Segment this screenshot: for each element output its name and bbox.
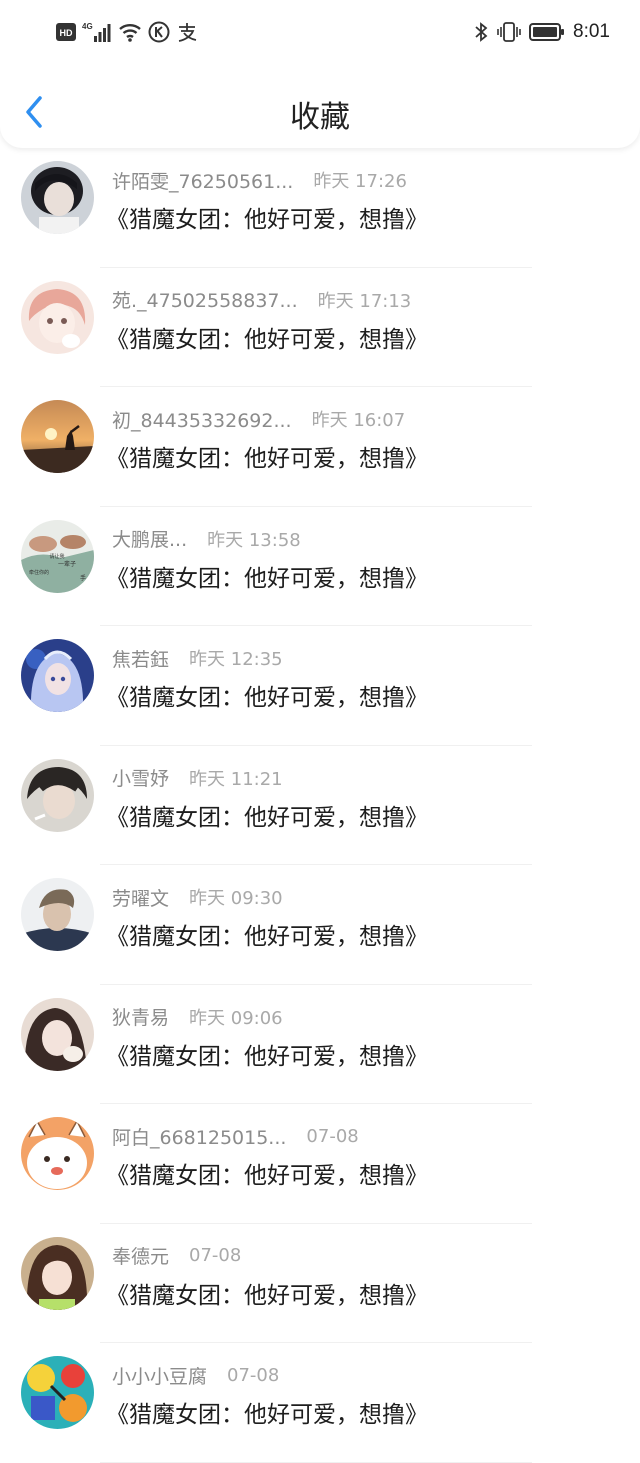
list-item[interactable]: 狄青易 昨天 09:06 《猎魔女团：他好可爱，想撸》 [0, 985, 640, 1104]
user-name[interactable]: 小雪妤 [112, 764, 169, 791]
item-title[interactable]: 《猎魔女团：他好可爱，想撸》 [106, 320, 428, 354]
user-name[interactable]: 奉德元 [112, 1242, 169, 1269]
avatar[interactable] [21, 280, 94, 354]
item-title[interactable]: 《猎魔女团：他好可爱，想撸》 [106, 917, 428, 951]
signal-icon: 4G [82, 22, 111, 42]
avatar[interactable] [21, 400, 94, 473]
navbar: 收藏 [0, 70, 640, 150]
item-title[interactable]: 《猎魔女团：他好可爱，想撸》 [106, 678, 428, 712]
timestamp: 昨天 11:21 [189, 768, 283, 790]
list-item[interactable]: 阿白_668125015... 07-08 《猎魔女团：他好可爱，想撸》 [0, 1104, 640, 1224]
item-meta: 劳曜文 昨天 09:30 [112, 884, 283, 910]
avatar[interactable] [21, 161, 94, 234]
item-title[interactable]: 《猎魔女团：他好可爱，想撸》 [106, 1037, 428, 1071]
avatar[interactable] [21, 1117, 94, 1190]
list-item[interactable]: 焦若鈺 昨天 12:35 《猎魔女团：他好可爱，想撸》 [0, 626, 640, 746]
list-item[interactable]: 许陌雯_76250561... 昨天 17:26 《猎魔女团：他好可爱，想撸》 [0, 148, 640, 268]
avatar[interactable]: 请让我 一辈子 牵住你的 手 [21, 519, 94, 593]
user-name[interactable]: 许陌雯_76250561... [112, 167, 293, 194]
item-title[interactable]: 《猎魔女团：他好可爱，想撸》 [106, 1395, 428, 1429]
network-type-label: 4G [82, 22, 93, 31]
hd-icon: HD [56, 23, 76, 41]
item-meta: 小小小豆腐 07-08 [112, 1362, 279, 1388]
avatar[interactable] [21, 878, 94, 951]
list-item[interactable]: 劳曜文 昨天 09:30 《猎魔女团：他好可爱，想撸》 [0, 865, 640, 985]
item-meta: 奉德元 07-08 [112, 1243, 241, 1269]
item-meta: 大鹏展... 昨天 13:58 [112, 526, 301, 552]
avatar-caption-1: 请让我 [49, 553, 64, 560]
avatar[interactable] [21, 1236, 94, 1310]
timestamp: 昨天 12:35 [189, 649, 283, 670]
clock: 8:01 [573, 21, 610, 42]
header: HD 4G 8:01 收藏 [0, 0, 640, 148]
k-app-icon [148, 21, 170, 43]
bluetooth-icon [475, 22, 488, 42]
avatar[interactable] [21, 1356, 94, 1429]
timestamp: 昨天 17:13 [317, 290, 412, 312]
user-name[interactable]: 阿白_668125015... [112, 1123, 286, 1150]
item-meta: 小雪妤 昨天 11:21 [112, 765, 283, 791]
item-title[interactable]: 《猎魔女团：他好可爱，想撸》 [106, 439, 428, 473]
user-name[interactable]: 大鹏展... [112, 525, 187, 552]
item-title[interactable]: 《猎魔女团：他好可爱，想撸》 [106, 798, 428, 832]
battery-icon [529, 23, 565, 41]
favorites-list: 许陌雯_76250561... 昨天 17:26 《猎魔女团：他好可爱，想撸》 … [0, 148, 640, 1463]
timestamp: 昨天 16:07 [311, 410, 406, 431]
timestamp: 昨天 17:26 [313, 171, 407, 192]
avatar-caption-4: 手 [80, 574, 86, 582]
user-name[interactable]: 初_84435332692... [112, 406, 292, 433]
list-item[interactable]: 初_84435332692... 昨天 16:07 《猎魔女团：他好可爱，想撸》 [0, 387, 640, 507]
divider [100, 1461, 532, 1463]
list-item[interactable]: 奉德元 07-08 《猎魔女团：他好可爱，想撸》 [0, 1224, 640, 1343]
list-item[interactable]: 苑._47502558837... 昨天 17:13 《猎魔女团：他好可爱，想撸… [0, 268, 640, 387]
avatar[interactable] [21, 758, 94, 832]
list-item[interactable]: 小雪妤 昨天 11:21 《猎魔女团：他好可爱，想撸》 [0, 746, 640, 865]
status-bar-right: 8:01 [473, 20, 610, 44]
alipay-icon [178, 23, 197, 42]
user-name[interactable]: 焦若鈺 [112, 645, 169, 672]
status-bar: HD 4G 8:01 [0, 0, 640, 64]
avatar[interactable] [21, 997, 94, 1071]
timestamp: 07-08 [189, 1245, 242, 1266]
item-meta: 许陌雯_76250561... 昨天 17:26 [112, 167, 407, 193]
list-item[interactable]: 请让我 一辈子 牵住你的 手 大鹏展... 昨天 13:58 《猎魔女团：他好可… [0, 507, 640, 626]
item-meta: 焦若鈺 昨天 12:35 [112, 645, 283, 671]
item-title[interactable]: 《猎魔女团：他好可爱，想撸》 [106, 1276, 428, 1310]
user-name[interactable]: 小小小豆腐 [112, 1362, 207, 1389]
avatar-caption-2: 一辈子 [58, 560, 76, 568]
vibrate-icon [497, 22, 521, 42]
list-item[interactable]: 小小小豆腐 07-08 《猎魔女团：他好可爱，想撸》 [0, 1343, 640, 1463]
item-title[interactable]: 《猎魔女团：他好可爱，想撸》 [106, 559, 428, 593]
user-name[interactable]: 苑._47502558837... [112, 286, 298, 313]
timestamp: 07-08 [227, 1364, 280, 1386]
item-meta: 阿白_668125015... 07-08 [112, 1123, 359, 1149]
item-meta: 苑._47502558837... 昨天 17:13 [112, 287, 411, 313]
item-meta: 初_84435332692... 昨天 16:07 [112, 406, 405, 432]
timestamp: 昨天 09:30 [189, 888, 283, 909]
avatar-caption-3: 牵住你的 [29, 569, 49, 576]
item-title[interactable]: 《猎魔女团：他好可爱，想撸》 [106, 1156, 428, 1190]
avatar[interactable] [21, 639, 94, 712]
user-name[interactable]: 狄青易 [112, 1003, 169, 1030]
wifi-icon [119, 24, 141, 42]
timestamp: 昨天 09:06 [189, 1007, 283, 1029]
page-title: 收藏 [290, 100, 350, 135]
timestamp: 昨天 13:58 [207, 529, 301, 551]
user-name[interactable]: 劳曜文 [112, 884, 169, 911]
item-meta: 狄青易 昨天 09:06 [112, 1004, 283, 1030]
item-title[interactable]: 《猎魔女团：他好可爱，想撸》 [106, 200, 428, 234]
status-bar-left: HD 4G [56, 20, 198, 44]
hd-label: HD [60, 28, 73, 38]
timestamp: 07-08 [306, 1125, 359, 1147]
